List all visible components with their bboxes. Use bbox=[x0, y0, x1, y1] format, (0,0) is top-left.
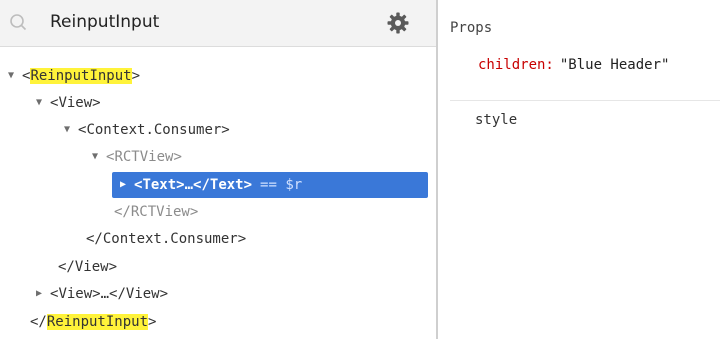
tag-name: Context.Consumer bbox=[102, 231, 238, 247]
tree-node-view-collapsed[interactable]: ▶ <View>…</View> bbox=[36, 281, 168, 307]
tag-name: ReinputInput bbox=[46, 314, 149, 330]
tag-open-bracket: </ bbox=[86, 231, 103, 247]
closing-tag: </View> bbox=[109, 286, 169, 302]
tree-node-context-consumer[interactable]: ▼ <Context.Consumer> bbox=[64, 117, 230, 143]
tag-close-bracket: > bbox=[92, 286, 101, 302]
collapsed-ellipsis: … bbox=[184, 177, 194, 193]
prop-row-children[interactable]: children: "Blue Header" bbox=[478, 57, 669, 73]
collapsed-arrow-icon[interactable]: ▶ bbox=[36, 281, 50, 307]
collapsed-arrow-icon[interactable]: ▶ bbox=[120, 172, 134, 198]
tag-close-bracket: > bbox=[108, 259, 118, 275]
props-separator bbox=[450, 100, 720, 101]
collapsed-ellipsis: … bbox=[100, 286, 110, 302]
tree-node-reinputinput[interactable]: ▼ <ReinputInput> bbox=[8, 63, 140, 89]
tag-close-bracket: > bbox=[131, 68, 141, 84]
closing-tag: </Text> bbox=[193, 177, 253, 193]
tag-name: Text bbox=[142, 177, 177, 193]
tag-open-bracket: </ bbox=[114, 204, 131, 220]
tag-name: RCTView bbox=[130, 204, 190, 220]
expand-arrow-icon[interactable]: ▼ bbox=[92, 144, 106, 170]
tag-close-bracket: > bbox=[148, 314, 157, 330]
tag-name: Context.Consumer bbox=[86, 122, 222, 138]
tree-node-text-selected[interactable]: ▶ <Text>…</Text> == $r bbox=[112, 172, 428, 198]
search-bar bbox=[0, 0, 436, 47]
prop-value[interactable]: "Blue Header" bbox=[560, 57, 670, 73]
tag-name: View bbox=[58, 286, 93, 302]
expand-arrow-icon[interactable]: ▼ bbox=[64, 117, 78, 143]
style-label: style bbox=[475, 112, 518, 128]
tag-close-bracket: > bbox=[221, 122, 230, 138]
props-pane: Props children: "Blue Header" style bbox=[438, 0, 720, 339]
tag-close-bracket: > bbox=[176, 177, 185, 193]
tag-close-bracket: > bbox=[92, 95, 101, 111]
expand-arrow-icon[interactable]: ▼ bbox=[36, 90, 50, 116]
prop-key: children: bbox=[478, 57, 554, 73]
search-input[interactable] bbox=[50, 8, 370, 36]
tree-node-rctview[interactable]: ▼ <RCTView> bbox=[92, 144, 182, 170]
tree-node-view[interactable]: ▼ <View> bbox=[36, 90, 101, 116]
search-icon bbox=[10, 14, 27, 31]
tree-node-view-close[interactable]: </View> bbox=[58, 254, 117, 280]
tag-name: View bbox=[74, 259, 109, 275]
tree-node-rctview-close[interactable]: </RCTView> bbox=[114, 199, 198, 225]
tag-name: View bbox=[58, 95, 93, 111]
tag-name: RCTView bbox=[114, 149, 174, 165]
tree-node-context-consumer-close[interactable]: </Context.Consumer> bbox=[86, 226, 246, 252]
elements-tree-pane: ▼<ReinputInput> ▼<View> ▼<Context.Consum… bbox=[0, 0, 436, 339]
tag-close-bracket: > bbox=[173, 149, 182, 165]
tag-close-bracket: > bbox=[189, 204, 199, 220]
tag-open-bracket: </ bbox=[58, 259, 75, 275]
tag-name: ReinputInput bbox=[30, 68, 132, 84]
expand-arrow-icon[interactable]: ▼ bbox=[8, 63, 22, 89]
tag-close-bracket: > bbox=[237, 231, 247, 247]
gear-icon[interactable] bbox=[386, 11, 410, 35]
console-ref: == $r bbox=[260, 177, 303, 193]
tree-node-reinputinput-close[interactable]: </ReinputInput> bbox=[30, 309, 156, 335]
tag-open-bracket: </ bbox=[30, 314, 47, 330]
props-title: Props bbox=[450, 20, 493, 36]
